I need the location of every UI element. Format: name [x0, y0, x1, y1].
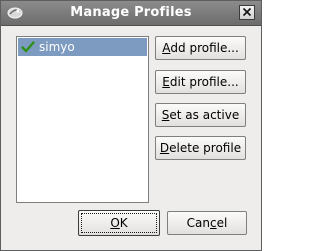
delete-profile-button[interactable]: Delete profile [155, 136, 246, 160]
delete-profile-label: elete profile [169, 141, 242, 155]
edit-profile-button[interactable]: Edit profile... [155, 70, 246, 94]
profile-list-item[interactable]: simyo [18, 38, 147, 56]
add-profile-label: dd profile... [170, 41, 239, 55]
delete-profile-mnemonic: D [159, 141, 170, 155]
profile-name: simyo [39, 40, 75, 54]
cancel-button[interactable]: Can c el [167, 211, 247, 235]
ok-button[interactable]: OK [78, 210, 160, 236]
ok-mnemonic: O [110, 216, 120, 230]
close-icon [242, 6, 252, 20]
add-profile-button[interactable]: Add profile... [155, 36, 246, 60]
set-as-active-label: et as active [169, 108, 240, 122]
title-bar[interactable]: Manage Profiles [1, 1, 261, 26]
cancel-label: el [216, 216, 228, 230]
manage-profiles-dialog: Manage Profiles simyo Add profile... Edi… [0, 0, 262, 251]
ok-label: K [119, 216, 128, 230]
edit-profile-mnemonic: E [162, 75, 170, 89]
dialog-title: Manage Profiles [70, 5, 192, 20]
cancel-label-pre: Can [186, 216, 210, 230]
set-as-active-mnemonic: S [161, 108, 170, 122]
set-as-active-button[interactable]: Set as active [155, 103, 246, 127]
profiles-list[interactable]: simyo [16, 36, 149, 203]
check-icon [21, 41, 35, 53]
edit-profile-label: dit profile... [169, 75, 239, 89]
add-profile-mnemonic: A [162, 41, 171, 55]
cancel-mnemonic: c [210, 216, 217, 230]
close-button[interactable] [239, 5, 255, 20]
